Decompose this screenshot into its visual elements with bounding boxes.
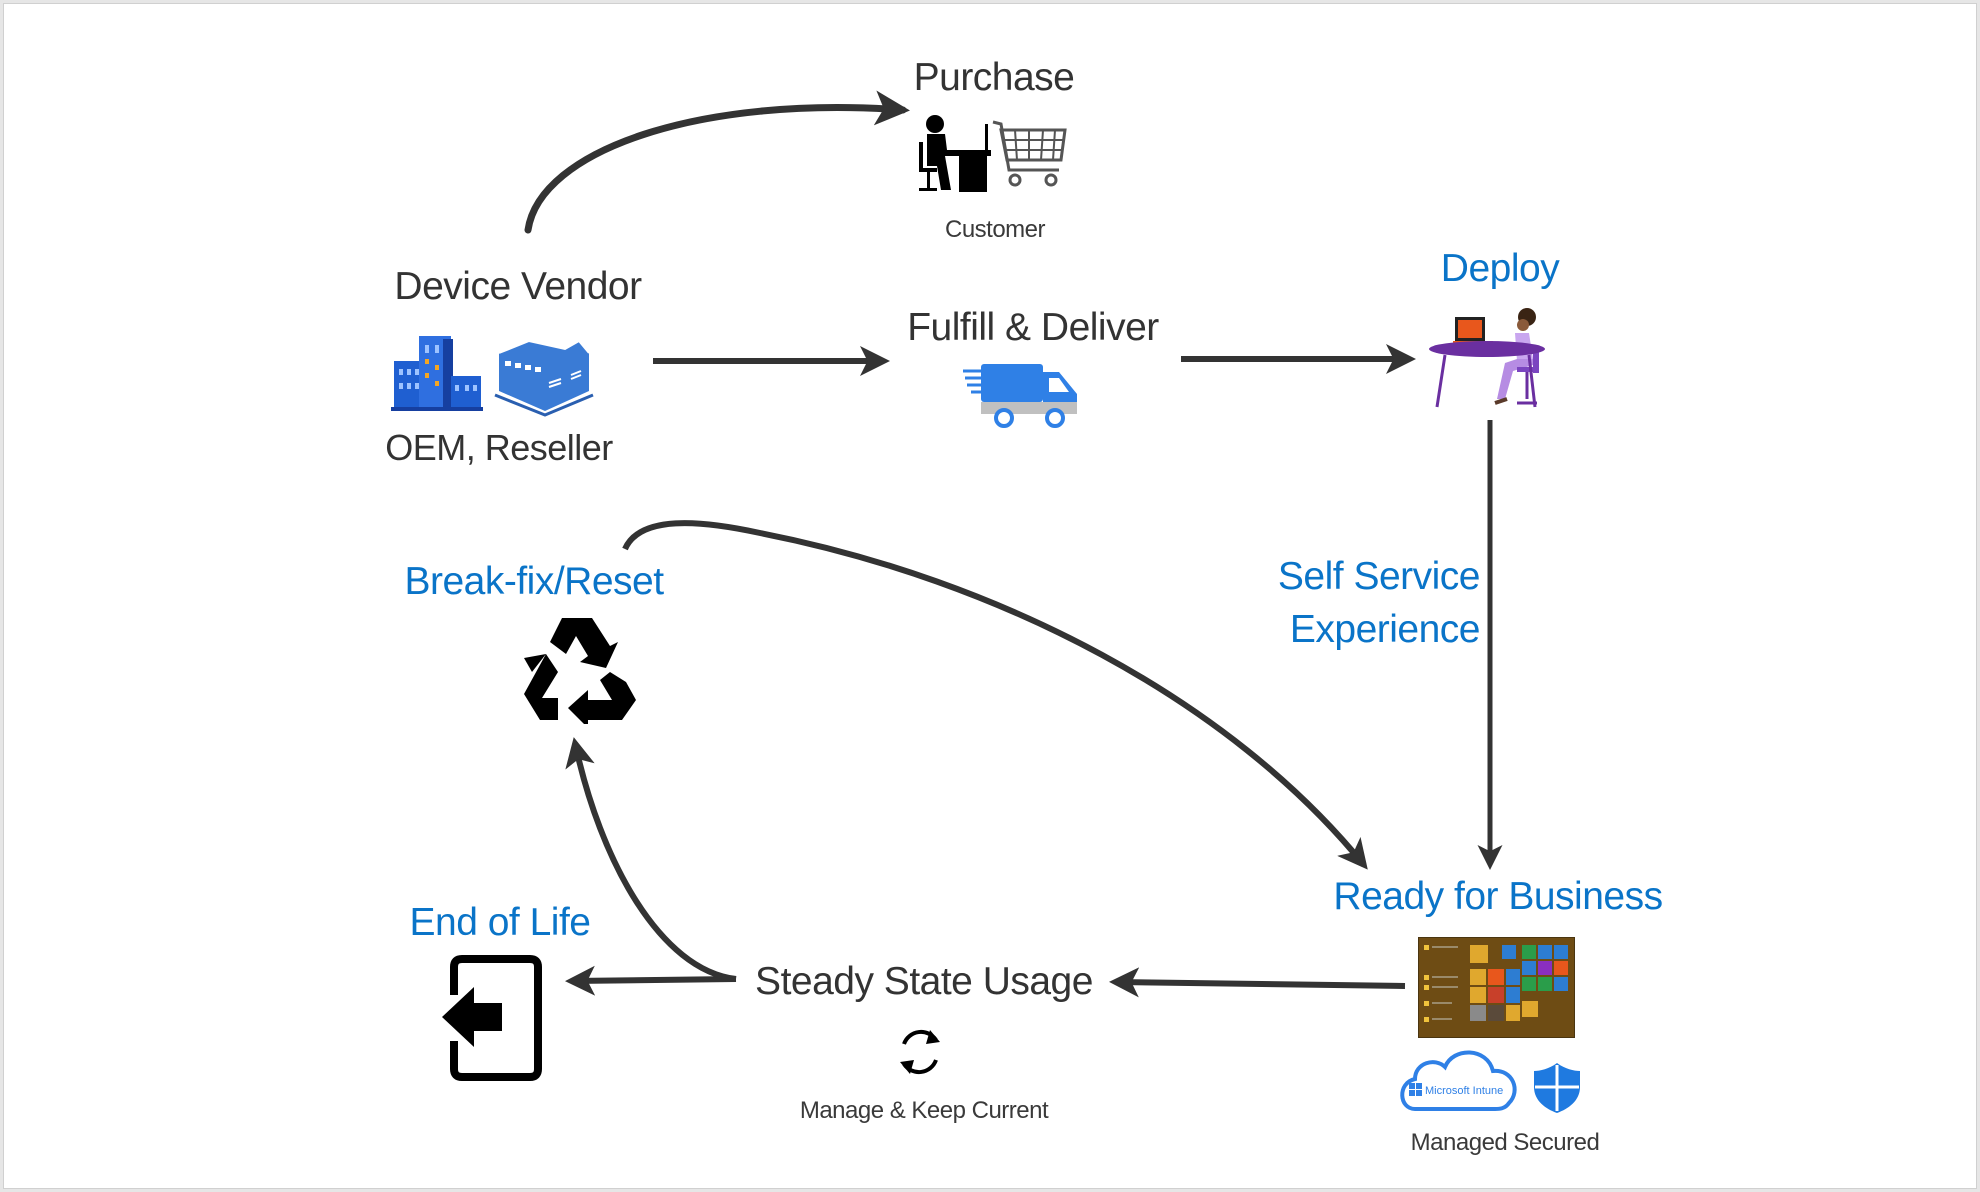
recycle-icon <box>524 618 636 724</box>
arrow-steady-to-break-fix <box>565 737 737 982</box>
break-fix-reset-label: Break-fix/Reset <box>404 560 664 603</box>
oem-reseller-caption: OEM, Reseller <box>385 427 613 468</box>
purchase-label: Purchase <box>913 56 1075 99</box>
fulfill-deliver-label: Fulfill & Deliver <box>907 306 1159 349</box>
delivery-truck-icon <box>963 364 1077 428</box>
self-service-label-line2: Experience <box>1289 608 1481 651</box>
manage-keep-current-caption: Manage & Keep Current <box>799 1097 1049 1124</box>
start-screen-icon <box>1418 937 1575 1038</box>
sync-icon <box>900 1029 940 1075</box>
customer-shopping-icon <box>919 115 1067 192</box>
person-at-desk-icon <box>1429 308 1545 408</box>
intune-cloud-icon: Microsoft Intune <box>1400 1050 1517 1111</box>
device-vendor-label: Device Vendor <box>394 265 642 308</box>
end-of-life-label: End of Life <box>409 901 591 944</box>
intune-cloud-text: Microsoft Intune <box>1425 1085 1503 1097</box>
arrow-ready-to-steady <box>1109 967 1406 998</box>
ready-for-business-label: Ready for Business <box>1333 875 1663 918</box>
customer-caption: Customer <box>944 216 1046 243</box>
deploy-label: Deploy <box>1440 247 1560 290</box>
buildings-warehouse-icon <box>391 336 594 417</box>
exit-icon <box>442 955 542 1081</box>
shield-icon <box>1534 1063 1580 1113</box>
arrow-steady-to-end-of-life <box>565 965 737 996</box>
managed-secured-caption: Managed Secured <box>1410 1129 1600 1156</box>
arrow-break-fix-to-ready <box>622 520 1368 870</box>
steady-state-usage-label: Steady State Usage <box>755 960 1093 1003</box>
self-service-label-line1: Self Service <box>1277 555 1481 598</box>
arrow-vendor-to-purchase <box>524 90 910 234</box>
